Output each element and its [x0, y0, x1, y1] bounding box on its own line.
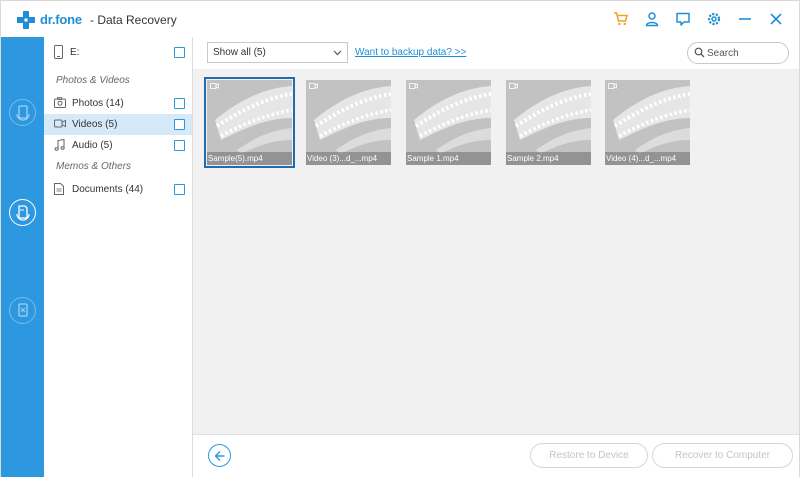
drive-row[interactable]: E:	[44, 42, 192, 64]
cart-icon[interactable]	[612, 10, 630, 28]
video-badge-icon	[509, 83, 518, 89]
drive-label: E:	[70, 47, 80, 58]
main-content: Show all (5) Want to backup data? >> Sam…	[193, 37, 799, 477]
video-thumbnail[interactable]: Sample 2.mp4	[506, 80, 591, 165]
mode-rail	[1, 37, 44, 477]
category-panel: E: Photos & Videos Photos (14) Videos (5…	[44, 37, 193, 477]
app-title: - Data Recovery	[90, 13, 177, 27]
settings-icon[interactable]	[705, 10, 723, 28]
audio-icon	[54, 139, 65, 151]
filter-value: Show all (5)	[213, 47, 266, 58]
arrow-left-icon	[214, 450, 224, 461]
video-thumbnail[interactable]: Sample(5).mp4	[204, 77, 295, 168]
back-button[interactable]	[208, 444, 231, 467]
restore-to-device-button[interactable]: Restore to Device	[530, 443, 648, 468]
video-icon	[54, 119, 66, 128]
category-audio[interactable]: Audio (5)	[44, 135, 192, 156]
category-label: Audio (5)	[72, 140, 113, 151]
category-label: Videos (5)	[72, 119, 118, 130]
section-photos-videos: Photos & Videos	[56, 75, 130, 86]
document-icon	[54, 183, 64, 195]
chevron-down-icon	[333, 50, 342, 56]
recover-sd-card-mode-icon[interactable]	[9, 199, 36, 226]
minimize-icon[interactable]	[736, 10, 754, 28]
thumbnail-filename: Sample 2.mp4	[506, 152, 591, 165]
drfone-logo-icon	[17, 11, 35, 29]
video-badge-icon	[309, 83, 318, 89]
video-thumbnail[interactable]: Sample 1.mp4	[406, 80, 491, 165]
thumbnail-filename: Sample(5).mp4	[207, 152, 292, 165]
recover-to-computer-button[interactable]: Recover to Computer	[652, 443, 793, 468]
photos-checkbox[interactable]	[174, 98, 185, 109]
title-bar: dr.fone - Data Recovery	[1, 1, 799, 37]
category-videos[interactable]: Videos (5)	[44, 114, 192, 135]
category-label: Documents (44)	[72, 184, 144, 195]
content-toolbar: Show all (5) Want to backup data? >>	[193, 37, 799, 69]
documents-checkbox[interactable]	[174, 184, 185, 195]
user-icon[interactable]	[643, 10, 661, 28]
recover-device-mode-icon[interactable]	[9, 99, 36, 126]
backup-data-link[interactable]: Want to backup data? >>	[355, 47, 466, 58]
close-icon[interactable]	[767, 10, 785, 28]
search-icon	[694, 47, 705, 58]
thumbnail-filename: Video (3)...d_...mp4	[306, 152, 391, 165]
filter-dropdown[interactable]: Show all (5)	[207, 42, 348, 63]
video-thumbnail[interactable]: Video (3)...d_...mp4	[306, 80, 391, 165]
thumbnail-filename: Sample 1.mp4	[406, 152, 491, 165]
recover-broken-device-mode-icon[interactable]	[9, 297, 36, 324]
action-footer: Restore to Device Recover to Computer	[193, 434, 799, 477]
title-actions	[612, 10, 785, 28]
video-badge-icon	[210, 83, 219, 89]
thumbnail-filename: Video (4)...d_...mp4	[605, 152, 690, 165]
videos-checkbox[interactable]	[174, 119, 185, 130]
search-box	[687, 42, 789, 64]
video-badge-icon	[608, 83, 617, 89]
select-all-checkbox[interactable]	[174, 47, 185, 58]
category-documents[interactable]: Documents (44)	[44, 179, 192, 200]
brand-name: dr.fone	[40, 12, 82, 27]
app-window: dr.fone - Data Recovery E: Photos & Vide…	[0, 0, 800, 477]
section-memos-others: Memos & Others	[56, 161, 132, 172]
video-badge-icon	[409, 83, 418, 89]
feedback-icon[interactable]	[674, 10, 692, 28]
audio-checkbox[interactable]	[174, 140, 185, 151]
category-photos[interactable]: Photos (14)	[44, 93, 192, 114]
phone-icon	[54, 45, 63, 59]
category-label: Photos (14)	[72, 98, 124, 109]
video-thumbnail[interactable]: Video (4)...d_...mp4	[605, 80, 690, 165]
photo-icon	[54, 97, 66, 108]
search-input[interactable]	[707, 46, 783, 60]
